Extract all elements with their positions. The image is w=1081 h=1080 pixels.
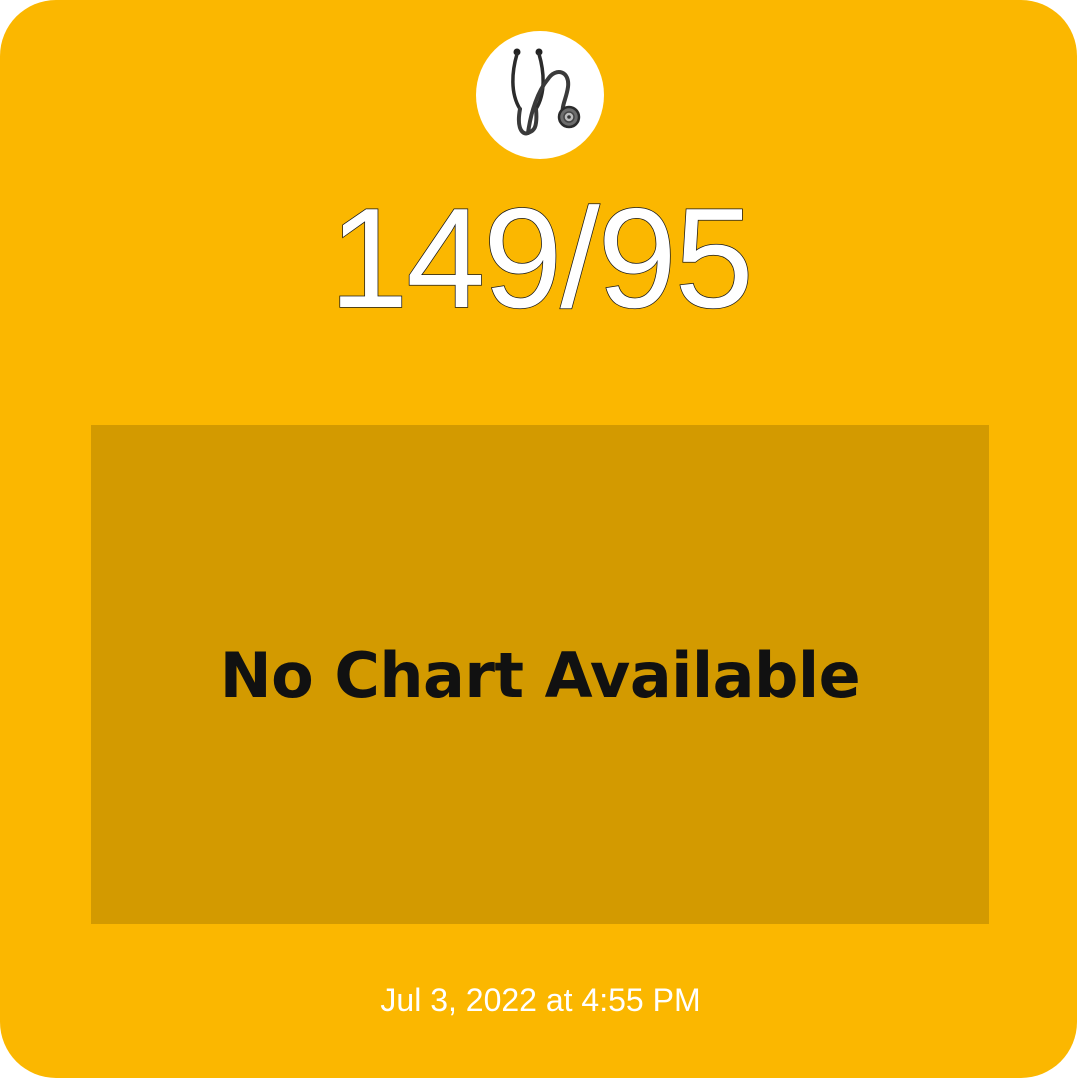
blood-pressure-reading: 149/95 xyxy=(329,179,755,338)
stethoscope-icon xyxy=(511,48,581,136)
logo-badge xyxy=(476,31,604,159)
reading-timestamp: Jul 3, 2022 at 4:55 PM xyxy=(380,982,701,1018)
reading-card: 149/95 No Chart Available Jul 3, 2022 at… xyxy=(0,0,1077,1078)
no-chart-message: No Chart Available xyxy=(219,639,861,712)
chart-placeholder: No Chart Available xyxy=(91,425,989,924)
